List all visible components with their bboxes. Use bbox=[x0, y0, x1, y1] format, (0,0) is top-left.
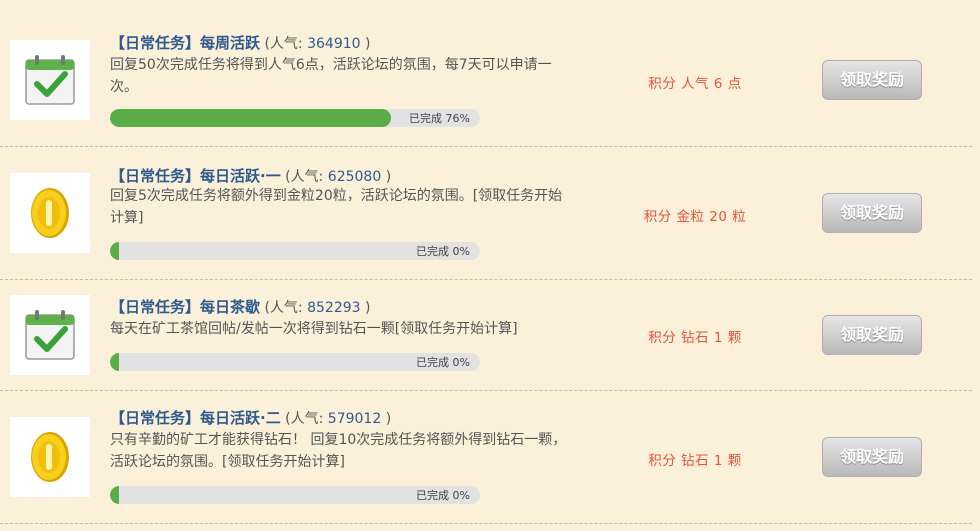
popularity: (人气: 579012 ) bbox=[280, 411, 392, 427]
gold-coin-icon bbox=[31, 188, 69, 238]
progress-fill bbox=[110, 353, 119, 371]
progress-fill bbox=[110, 109, 391, 127]
task-description: 回复50次完成任务将得到人气6点，活跃论坛的氛围，每7天可以申请一次。 bbox=[110, 57, 552, 95]
progress-text: 已完成 0% bbox=[416, 356, 470, 369]
popularity: (人气: 852293 ) bbox=[260, 300, 371, 316]
progress-fill bbox=[110, 486, 119, 504]
popularity-value: 852293 bbox=[307, 300, 361, 316]
popularity-value: 625080 bbox=[327, 169, 382, 185]
claim-reward-button[interactable]: 领取奖励 bbox=[822, 315, 922, 355]
task-description: 只有辛勤的矿工才能获得钻石！ 回复10次完成任务将额外得到钻石一颗，活跃论坛的氛… bbox=[110, 432, 567, 470]
progress-fill bbox=[110, 242, 119, 260]
popularity-value: 579012 bbox=[327, 411, 382, 427]
claim-reward-button[interactable]: 领取奖励 bbox=[822, 437, 922, 477]
claim-reward-button[interactable]: 领取奖励 bbox=[822, 60, 922, 100]
calendar-check-icon bbox=[25, 310, 75, 360]
progress-bar: 已完成 0% bbox=[110, 353, 480, 371]
task-title[interactable]: 【日常任务】每周活跃 (人气: 364910 ) bbox=[110, 32, 370, 53]
popularity: (人气: 625080 ) bbox=[280, 169, 392, 185]
task-icon-box bbox=[10, 417, 90, 497]
task-name[interactable]: 【日常任务】每周活跃 bbox=[110, 34, 260, 52]
reward-text: 积分 金粒 20 粒 bbox=[643, 209, 747, 225]
progress-text: 已完成 0% bbox=[416, 489, 470, 502]
popularity: (人气: 364910 ) bbox=[260, 36, 371, 52]
task-icon-box bbox=[10, 40, 90, 120]
progress-bar: 已完成 76% bbox=[110, 109, 480, 127]
task-item: 【日常任务】每周活跃 (人气: 364910 ) 回复50次完成任务将得到人气6… bbox=[0, 14, 972, 147]
task-icon-box bbox=[10, 295, 90, 375]
reward-text: 积分 钻石 1 颗 bbox=[648, 453, 742, 469]
task-name[interactable]: 【日常任务】每日活跃·一 bbox=[110, 167, 281, 185]
calendar-check-icon bbox=[25, 55, 75, 105]
task-icon-box bbox=[10, 173, 90, 253]
progress-text: 已完成 76% bbox=[409, 112, 470, 125]
task-name[interactable]: 【日常任务】每日活跃·二 bbox=[110, 409, 281, 427]
progress-bar: 已完成 0% bbox=[110, 242, 480, 260]
task-name[interactable]: 【日常任务】每日茶歇 bbox=[110, 298, 260, 316]
task-title[interactable]: 【日常任务】每日活跃·一 (人气: 625080 ) bbox=[110, 165, 391, 186]
task-item: 【日常任务】每日活跃·二 (人气: 579012 ) 只有辛勤的矿工才能获得钻石… bbox=[0, 391, 972, 524]
task-title[interactable]: 【日常任务】每日茶歇 (人气: 852293 ) bbox=[110, 296, 370, 317]
task-title[interactable]: 【日常任务】每日活跃·二 (人气: 579012 ) bbox=[110, 407, 391, 428]
reward-text: 积分 钻石 1 颗 bbox=[648, 330, 742, 346]
reward-text: 积分 人气 6 点 bbox=[648, 76, 742, 92]
claim-reward-button[interactable]: 领取奖励 bbox=[822, 193, 922, 233]
task-description: 回复5次完成任务将额外得到金粒20粒，活跃论坛的氛围。[领取任务开始计算] bbox=[110, 188, 563, 226]
popularity-value: 364910 bbox=[307, 36, 361, 52]
task-item: 【日常任务】每日活跃·一 (人气: 625080 ) 回复5次完成任务将额外得到… bbox=[0, 147, 972, 280]
progress-text: 已完成 0% bbox=[416, 245, 470, 258]
task-item: 【日常任务】每日茶歇 (人气: 852293 ) 每天在矿工茶馆回帖/发帖一次将… bbox=[0, 280, 972, 391]
gold-coin-icon bbox=[31, 432, 69, 482]
progress-bar: 已完成 0% bbox=[110, 486, 480, 504]
task-description: 每天在矿工茶馆回帖/发帖一次将得到钻石一颗[领取任务开始计算] bbox=[110, 321, 518, 337]
